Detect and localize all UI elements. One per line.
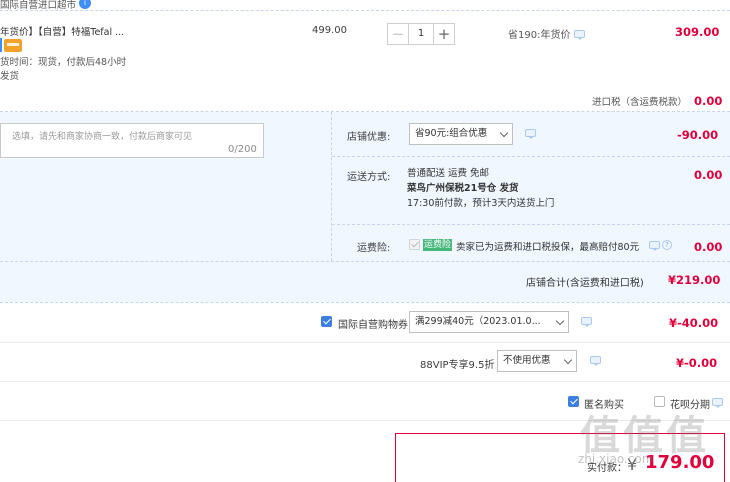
quantity-stepper: − 1 + bbox=[387, 23, 463, 45]
store-total-label: 店铺合计(含运费和进口税) bbox=[526, 278, 644, 289]
store-total-value: ¥219.00 bbox=[668, 273, 721, 287]
store-info-icon[interactable]: i bbox=[79, 0, 91, 9]
chat-icon[interactable] bbox=[590, 356, 601, 366]
insurance-checkbox[interactable] bbox=[409, 239, 420, 250]
divider bbox=[0, 342, 730, 343]
vip-label: 88VIP专享9.5折 bbox=[420, 360, 495, 371]
store-promo-select[interactable]: 省90元:组合优惠 bbox=[409, 123, 513, 145]
divider bbox=[0, 10, 730, 11]
watermark-url: zhi.xiao.com bbox=[578, 452, 654, 466]
divider bbox=[0, 302, 730, 303]
shipping-label: 运送方式: bbox=[347, 172, 391, 183]
item-total: 309.00 bbox=[675, 25, 720, 39]
shipping-value: 0.00 bbox=[694, 168, 723, 182]
divider bbox=[0, 381, 730, 382]
vip-selected: 不使用优惠 bbox=[503, 355, 551, 366]
anonymous-checkbox[interactable] bbox=[568, 396, 579, 407]
savings-text: 省190:年货价 bbox=[508, 30, 571, 41]
decrement-button[interactable]: − bbox=[387, 23, 409, 45]
divider bbox=[332, 224, 730, 225]
accent-bar bbox=[0, 38, 2, 52]
coupon-value: ¥-40.00 bbox=[669, 316, 719, 330]
divider bbox=[0, 261, 730, 262]
shipping-method: 普通配送 运费 免邮 bbox=[407, 168, 490, 179]
import-tax-value: 0.00 bbox=[694, 94, 723, 108]
coupon-selected: 满299减40元（2023.01.0... bbox=[415, 316, 541, 327]
shipping-warehouse: 菜鸟广州保税21号仓 发货 bbox=[407, 183, 519, 194]
insurance-tag: 运费险 bbox=[423, 239, 453, 251]
card-icon bbox=[4, 39, 22, 52]
coupon-checkbox[interactable] bbox=[321, 316, 332, 327]
chat-icon[interactable] bbox=[525, 129, 536, 139]
chevron-down-icon bbox=[563, 355, 573, 365]
coupon-label: 国际自营购物券 bbox=[338, 320, 408, 331]
shipping-eta: 17:30前付款，预计3天内送货上门 bbox=[407, 198, 555, 209]
chevron-down-icon bbox=[555, 316, 565, 326]
vip-value: ¥-0.00 bbox=[676, 356, 718, 370]
store-promo-value: -90.00 bbox=[677, 128, 719, 142]
chevron-down-icon bbox=[499, 128, 509, 138]
unit-price: 499.00 bbox=[312, 25, 347, 36]
coupon-select[interactable]: 满299减40元（2023.01.0... bbox=[409, 311, 569, 333]
insurance-label: 运费险: bbox=[357, 243, 391, 254]
chat-icon[interactable] bbox=[581, 317, 592, 327]
ship-time-suffix: 发货 bbox=[0, 71, 20, 82]
insurance-description: 卖家已为运费和进口税投保，最高赔付80元 bbox=[456, 242, 640, 253]
chat-icon[interactable] bbox=[574, 30, 585, 40]
divider bbox=[331, 112, 332, 261]
buyer-note-placeholder: 选填，请先和商家协商一致，付款后商家可见 bbox=[12, 132, 193, 142]
help-icon[interactable]: ? bbox=[662, 240, 672, 250]
item-title[interactable]: 年货价】【自营】特福Tefal ... bbox=[0, 24, 124, 38]
chat-icon[interactable] bbox=[712, 398, 723, 408]
divider bbox=[332, 156, 730, 157]
store-promo-selected: 省90元:组合优惠 bbox=[415, 128, 488, 139]
ship-time: 货时间：现货，付款后48小时 bbox=[0, 57, 127, 68]
insurance-value: 0.00 bbox=[694, 240, 723, 254]
quantity-input[interactable]: 1 bbox=[409, 23, 433, 45]
increment-button[interactable]: + bbox=[433, 23, 455, 45]
store-promo-label: 店铺优惠: bbox=[347, 132, 391, 143]
import-tax-label: 进口税（含运费税款） bbox=[592, 97, 688, 108]
vip-select[interactable]: 不使用优惠 bbox=[497, 350, 577, 372]
note-char-count: 0/200 bbox=[228, 144, 257, 155]
chat-icon[interactable] bbox=[649, 241, 660, 251]
